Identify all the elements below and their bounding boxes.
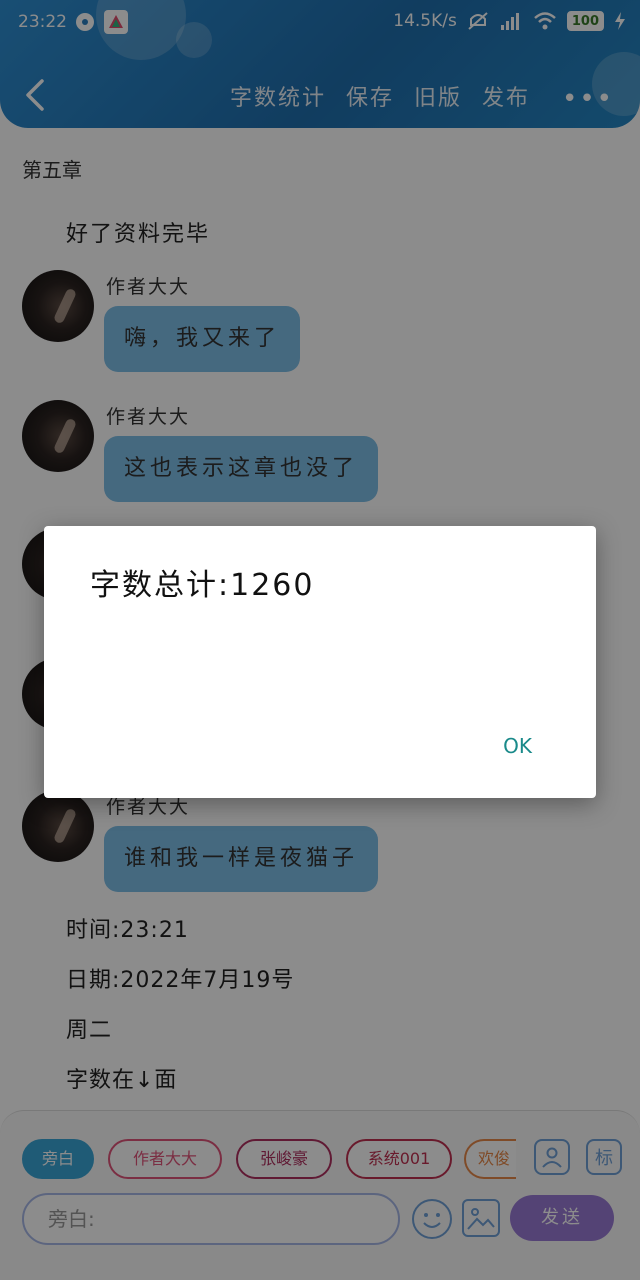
ok-button[interactable]: OK xyxy=(503,734,532,758)
word-count-dialog: 字数总计:1260 OK xyxy=(44,526,596,798)
dialog-message: 字数总计:1260 xyxy=(90,568,315,603)
